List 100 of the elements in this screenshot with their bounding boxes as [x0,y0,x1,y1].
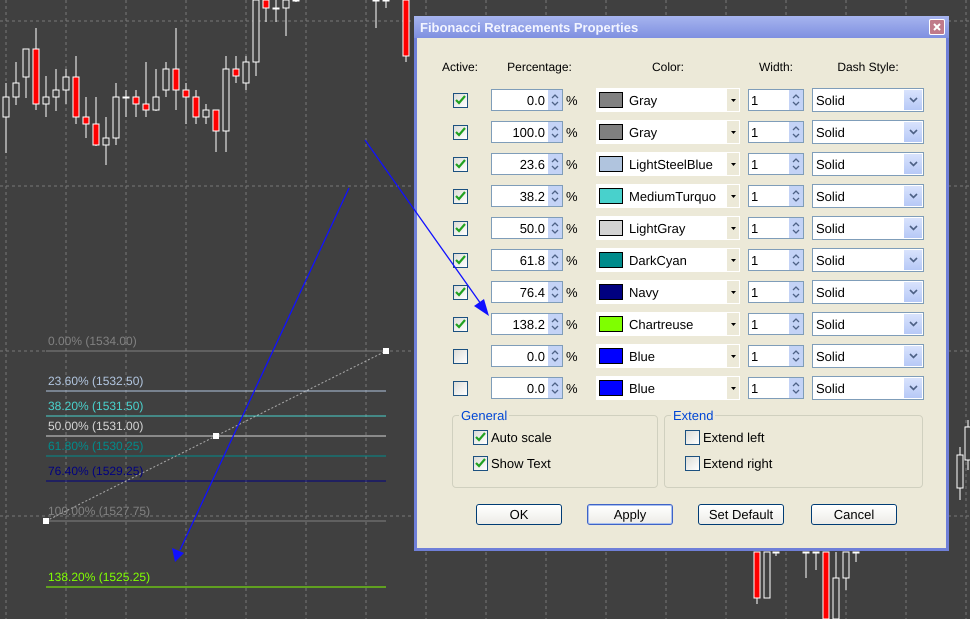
checkbox[interactable] [685,456,700,470]
dropdown-button[interactable] [727,121,739,143]
anchor-handle[interactable] [383,348,389,354]
dialog-button[interactable]: Set Default [698,504,784,525]
checkbox[interactable] [452,92,468,108]
level-label: 23.60% (1532.50) [48,374,144,388]
color-dropdown[interactable]: LightSteelBlue [596,152,740,176]
spin-button[interactable] [789,346,803,366]
candlestick [12,62,20,106]
dash-style-dropdown[interactable]: Solid [812,280,924,304]
spin-button[interactable] [548,90,562,110]
spin-button[interactable] [789,90,803,110]
candlestick [42,76,50,118]
spin-button[interactable] [548,186,562,206]
checkbox[interactable] [473,456,488,470]
level-label: 138.20% (1525.25) [48,570,150,584]
dropdown-button[interactable] [727,313,739,335]
spin-button[interactable] [789,282,803,302]
dash-style-dropdown[interactable]: Solid [812,152,924,176]
checkbox[interactable] [685,430,700,444]
spin-arrows-icon [792,189,800,203]
spin-button[interactable] [789,314,803,334]
dash-style-dropdown[interactable]: Solid [812,248,924,272]
dropdown-button[interactable] [727,217,739,239]
check-icon [454,319,466,329]
spin-button[interactable] [789,250,803,270]
candlestick [22,48,30,98]
color-dropdown[interactable]: MediumTurquo [596,184,740,208]
candlestick [802,552,810,578]
checkbox[interactable] [452,380,468,396]
dropdown-button[interactable] [727,249,739,271]
color-dropdown[interactable]: LightGray [596,216,740,240]
color-dropdown[interactable]: Navy [596,280,740,304]
checkbox[interactable] [452,252,468,268]
checkbox[interactable] [452,156,468,172]
spin-button[interactable] [548,378,562,398]
color-dropdown[interactable]: Blue [596,344,740,368]
spin-button[interactable] [789,122,803,142]
spin-button[interactable] [548,346,562,366]
candlestick [122,90,130,118]
option-label: Extend left [703,430,764,444]
spin-button[interactable] [548,314,562,334]
dash-style-dropdown[interactable]: Solid [812,376,924,400]
dropdown-button[interactable] [727,377,739,399]
dash-style-dropdown[interactable]: Solid [812,344,924,368]
spin-arrows-icon [551,189,559,203]
spin-button[interactable] [789,186,803,206]
caret-icon [730,226,736,230]
check-icon [454,159,466,169]
spin-arrows-icon [792,157,800,171]
checkbox[interactable] [452,188,468,204]
chevron-icon [908,193,918,199]
checkbox[interactable] [473,430,488,444]
dropdown-button[interactable] [727,89,739,111]
level-label: 61.80% (1530.25) [48,439,144,453]
candlestick [842,552,850,590]
candlestick [212,110,220,152]
spin-arrows-icon [792,221,800,235]
option-label: Extend right [703,456,772,470]
spin-button[interactable] [548,250,562,270]
dropdown-button[interactable] [727,281,739,303]
color-dropdown[interactable]: Chartreuse [596,312,740,336]
dash-style-dropdown[interactable]: Solid [812,184,924,208]
color-dropdown[interactable]: DarkCyan [596,248,740,272]
dropdown-button[interactable] [727,185,739,207]
checkbox[interactable] [452,348,468,364]
caret-icon [730,98,736,102]
dash-style-dropdown[interactable]: Solid [812,88,924,112]
dialog-button[interactable]: OK [476,504,562,525]
color-dropdown[interactable]: Blue [596,376,740,400]
candlestick [82,96,90,138]
spin-button[interactable] [548,122,562,142]
anchor-handle[interactable] [43,518,49,524]
spin-button[interactable] [789,218,803,238]
checkbox[interactable] [452,220,468,236]
caret-icon [730,258,736,262]
dash-style-dropdown[interactable]: Solid [812,312,924,336]
chevron-icon [908,225,918,231]
chevron-icon [908,97,918,103]
spin-button[interactable] [548,218,562,238]
dash-style-dropdown[interactable]: Solid [812,120,924,144]
spin-arrows-icon [551,349,559,363]
spin-button[interactable] [789,378,803,398]
dialog-button[interactable]: Apply [587,504,673,525]
check-icon [454,255,466,265]
anchor-handle[interactable] [213,433,219,439]
level-label: 76.40% (1529.25) [48,464,144,478]
checkbox[interactable] [452,284,468,300]
close-button[interactable] [929,19,945,35]
checkbox[interactable] [452,316,468,332]
spin-button[interactable] [789,154,803,174]
dash-style-dropdown[interactable]: Solid [812,216,924,240]
color-dropdown[interactable]: Gray [596,88,740,112]
dropdown-button[interactable] [727,153,739,175]
spin-button[interactable] [548,282,562,302]
checkbox[interactable] [452,124,468,140]
dropdown-button[interactable] [727,345,739,367]
color-dropdown[interactable]: Gray [596,120,740,144]
dialog-button[interactable]: Cancel [811,504,897,525]
spin-button[interactable] [548,154,562,174]
